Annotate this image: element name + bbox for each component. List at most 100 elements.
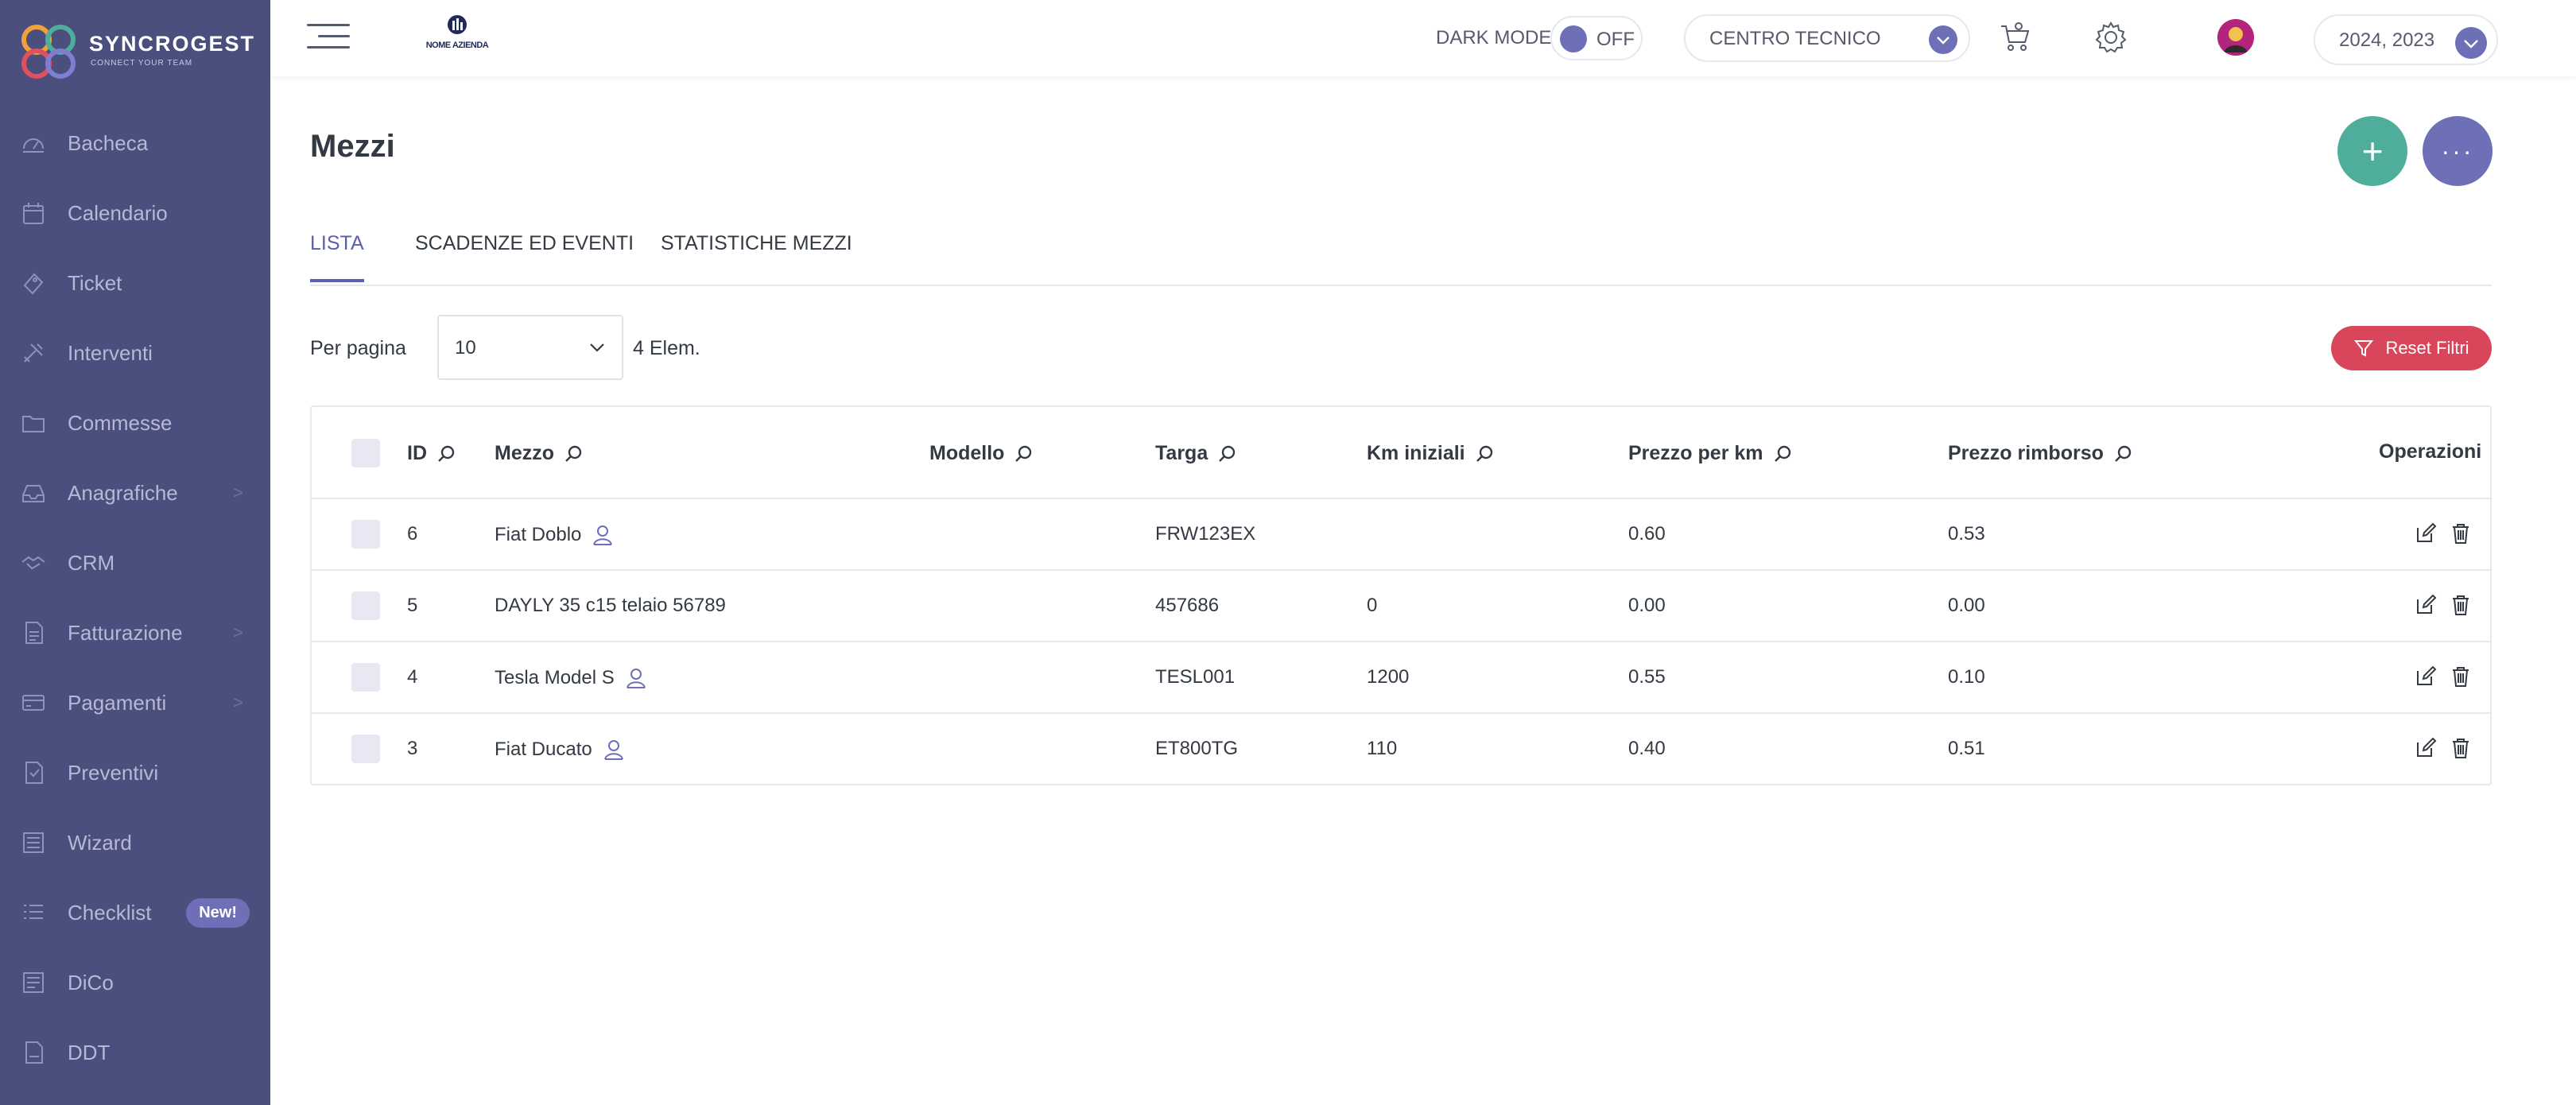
- cell-km-iniziali: 110: [1367, 738, 1398, 759]
- dico-icon: [19, 968, 48, 997]
- sidebar-item-ticket[interactable]: Ticket: [0, 248, 270, 318]
- chevron-down-icon: [590, 343, 604, 352]
- edit-icon[interactable]: [2414, 736, 2439, 762]
- cart-icon[interactable]: [1996, 17, 2035, 57]
- row-checkbox[interactable]: [351, 735, 380, 763]
- search-icon[interactable]: [1217, 444, 1236, 463]
- menu-toggle-icon[interactable]: [307, 24, 350, 52]
- sidebar-item-bacheca[interactable]: Bacheca: [0, 108, 270, 178]
- sidebar-item-label: Fatturazione: [68, 620, 183, 645]
- department-select[interactable]: CENTRO TECNICO: [1684, 14, 1970, 62]
- sidebar-item-label: Wizard: [68, 830, 132, 855]
- sidebar-item-label: Pagamenti: [68, 690, 167, 715]
- app-logo[interactable]: SYNCROGEST CONNECT YOUR TEAM: [19, 22, 258, 83]
- tab-statistiche-mezzi[interactable]: STATISTICHE MEZZI: [661, 232, 852, 279]
- col-header-id[interactable]: ID: [407, 442, 456, 465]
- search-icon[interactable]: [1773, 444, 1792, 463]
- table-row[interactable]: 5 DAYLY 35 c15 telaio 56789 457686 0 0.00 0.0…: [312, 571, 2490, 642]
- year-value: 2024, 2023: [2339, 29, 2435, 51]
- col-header-prezzo-rimborso[interactable]: Prezzo rimborso: [1948, 442, 2132, 465]
- cell-km-iniziali: 1200: [1367, 666, 1410, 688]
- company-logo[interactable]: NOME AZIENDA: [421, 14, 493, 59]
- table-row[interactable]: 6 Fiat Doblo FRW123EX 0.60 0.53: [312, 499, 2490, 571]
- sidebar-item-dico[interactable]: DiCo: [0, 948, 270, 1018]
- user-avatar[interactable]: [2217, 19, 2254, 56]
- cell-km-iniziali: 0: [1367, 595, 1378, 616]
- sidebar-item-label: DDT: [68, 1040, 111, 1064]
- search-icon[interactable]: [2113, 444, 2132, 463]
- per-page-select[interactable]: 10: [437, 315, 623, 380]
- table-row[interactable]: 4 Tesla Model S TESL001 1200 0.55 0.10: [312, 642, 2490, 714]
- table-row[interactable]: 3 Fiat Ducato ET800TG 110 0.40 0.51: [312, 714, 2490, 785]
- vehicle-name: Fiat Ducato: [495, 739, 592, 760]
- select-all-checkbox[interactable]: [351, 439, 380, 467]
- assigned-user-icon[interactable]: [624, 666, 648, 690]
- cell-prezzo-rimborso: 0.53: [1948, 523, 1985, 545]
- col-header-prezzo-per-km[interactable]: Prezzo per km: [1628, 442, 1792, 465]
- year-select[interactable]: 2024, 2023: [2314, 14, 2498, 65]
- cell-id: 3: [407, 738, 418, 759]
- sidebar-item-pagamenti[interactable]: Pagamenti >: [0, 668, 270, 738]
- app-name: SYNCROGEST: [89, 32, 256, 56]
- trash-icon[interactable]: [2449, 593, 2474, 618]
- chevron-down-icon: [2455, 27, 2487, 59]
- trash-icon[interactable]: [2449, 665, 2474, 690]
- company-name: NOME AZIENDA: [425, 41, 489, 50]
- col-header-targa[interactable]: Targa: [1155, 442, 1236, 465]
- row-checkbox[interactable]: [351, 520, 380, 549]
- assigned-user-icon[interactable]: [591, 523, 615, 547]
- col-label: Targa: [1155, 442, 1208, 464]
- sidebar-item-fatturazione[interactable]: Fatturazione >: [0, 598, 270, 668]
- row-checkbox[interactable]: [351, 663, 380, 692]
- plus-icon: +: [2361, 130, 2384, 172]
- inbox-icon: [19, 479, 48, 507]
- assigned-user-icon[interactable]: [602, 738, 626, 762]
- trash-icon[interactable]: [2449, 521, 2474, 547]
- sidebar-item-label: Interventi: [68, 340, 153, 365]
- col-header-modello[interactable]: Modello: [929, 442, 1033, 465]
- payment-icon: [19, 688, 48, 717]
- dark-mode-toggle[interactable]: OFF: [1550, 16, 1643, 60]
- sidebar-item-wizard[interactable]: Wizard: [0, 808, 270, 878]
- sidebar-item-ddt[interactable]: DDT: [0, 1018, 270, 1088]
- vehicle-name: Tesla Model S: [495, 667, 615, 688]
- sidebar-item-crm[interactable]: CRM: [0, 528, 270, 598]
- more-options-button[interactable]: ···: [2423, 116, 2493, 186]
- sidebar-item-checklist[interactable]: Checklist New!: [0, 878, 270, 948]
- add-button[interactable]: +: [2337, 116, 2407, 186]
- row-operations: [2404, 521, 2474, 547]
- col-header-mezzo[interactable]: Mezzo: [495, 442, 583, 465]
- row-operations: [2404, 736, 2474, 762]
- col-label: Prezzo rimborso: [1948, 442, 2104, 464]
- search-icon[interactable]: [1014, 444, 1033, 463]
- sidebar-item-calendario[interactable]: Calendario: [0, 178, 270, 248]
- sidebar-item-commesse[interactable]: Commesse: [0, 388, 270, 458]
- sidebar-item-label: Preventivi: [68, 760, 159, 785]
- settings-gear-icon[interactable]: [2091, 17, 2131, 57]
- col-header-km-iniziali[interactable]: Km iniziali: [1367, 442, 1494, 465]
- sidebar-item-interventi[interactable]: Interventi: [0, 318, 270, 388]
- search-icon[interactable]: [436, 444, 456, 463]
- vehicle-name: DAYLY 35 c15 telaio 56789: [495, 595, 726, 616]
- cell-prezzo-per-km: 0.55: [1628, 666, 1666, 688]
- cell-id: 4: [407, 666, 418, 688]
- sidebar-item-preventivi[interactable]: Preventivi: [0, 738, 270, 808]
- col-label: Modello: [929, 442, 1005, 464]
- tab-scadenze-ed-eventi[interactable]: SCADENZE ED EVENTI: [415, 232, 634, 279]
- reset-filters-button[interactable]: Reset Filtri: [2331, 326, 2492, 370]
- tab-lista[interactable]: LISTA: [310, 232, 364, 282]
- edit-icon[interactable]: [2414, 593, 2439, 618]
- search-icon[interactable]: [1475, 444, 1494, 463]
- reset-filters-label: Reset Filtri: [2385, 338, 2469, 358]
- sidebar-item-label: Bacheca: [68, 130, 149, 155]
- edit-icon[interactable]: [2414, 521, 2439, 547]
- sidebar-item-label: Calendario: [68, 200, 168, 225]
- search-icon[interactable]: [564, 444, 583, 463]
- department-value: CENTRO TECNICO: [1709, 28, 1881, 49]
- row-checkbox[interactable]: [351, 591, 380, 620]
- col-label: Mezzo: [495, 442, 554, 464]
- cell-mezzo: Fiat Doblo: [495, 523, 615, 547]
- sidebar-item-anagrafiche[interactable]: Anagrafiche >: [0, 458, 270, 528]
- edit-icon[interactable]: [2414, 665, 2439, 690]
- trash-icon[interactable]: [2449, 736, 2474, 762]
